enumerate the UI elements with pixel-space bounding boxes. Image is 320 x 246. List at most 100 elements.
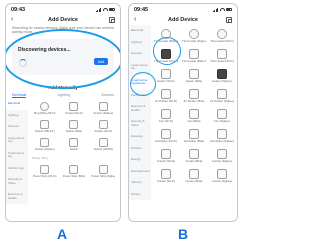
sidebar-item-small-home[interactable]: Small Home Appliances (129, 74, 151, 90)
category-sidebar: Electrical Lighting Sensors Large Home A… (6, 98, 28, 204)
sidebar-item-entertainment[interactable]: Entertainment (129, 166, 151, 178)
socket-icon (98, 120, 108, 129)
curtain-icon (189, 169, 199, 179)
device-item[interactable]: Power Strip (Zigbee) (90, 165, 117, 178)
device-item[interactable]: Socket (Zigbee) (90, 102, 117, 115)
device-item[interactable]: Curtain (Zigbee) (209, 169, 235, 183)
device-item[interactable]: Thermostat (Wi-Fi) (209, 29, 235, 43)
device-label: Socket (Wi-Fi) (65, 112, 83, 115)
device-item[interactable]: Air Purifier (Zigbee) (209, 89, 235, 103)
device-item[interactable]: Plug (BLE+Wi-Fi) (31, 102, 58, 115)
sidebar-item-sensors[interactable]: Sensors (6, 121, 28, 133)
sidebar-item-security[interactable]: Security & Video (129, 116, 151, 131)
device-item[interactable]: Air Purifier (BLE) (181, 89, 207, 103)
device-item[interactable]: Thermostat (BLE+Wi-Fi) (181, 49, 207, 63)
device-item[interactable]: Power Strip (BLE) (60, 165, 87, 178)
device-label: Humidifier (BLE) (183, 140, 205, 143)
device-label: Power Strip (BLE) (62, 175, 86, 178)
device-item[interactable]: Heater (Wi-Fi) (153, 69, 179, 83)
sidebar-item-health[interactable]: Exercise & Health (6, 189, 28, 204)
heater-icon (189, 69, 199, 79)
device-item[interactable]: Heater (Zigbee) (209, 69, 235, 83)
device-grid: Thermostat (BLE+Wi-Fi) Thermostat (Zigbe… (151, 25, 237, 200)
device-grid: Plug (BLE+Wi-Fi) Socket (Wi-Fi) Socket (… (28, 98, 120, 204)
device-item[interactable]: Fan (BLE) (181, 109, 207, 123)
humidifier-icon (161, 129, 171, 139)
device-item[interactable]: Curtain (BLE) (181, 169, 207, 183)
device-label: Thermostat (BLE+Wi-Fi) (182, 60, 206, 63)
device-item[interactable]: Socket (BLE) (60, 120, 87, 133)
sidebar-item-electrical[interactable]: Electrical (6, 98, 28, 110)
device-item[interactable]: Curtain (Wi-Fi) (153, 149, 179, 163)
device-item[interactable]: Heater (BLE) (181, 69, 207, 83)
device-item[interactable]: Humidifier (Zigbee) (209, 129, 235, 143)
device-item[interactable]: Humidifier (BLE) (181, 129, 207, 143)
curtain-icon (189, 149, 199, 159)
device-label: Air Purifier (BLE) (183, 100, 205, 103)
sidebar-item-energy[interactable]: Energy (129, 154, 151, 166)
sidebar-item-large-home[interactable]: Large Home Ap. (6, 133, 28, 148)
sidebar-item-security[interactable]: Security & Video (6, 174, 28, 189)
sidebar-item-industry[interactable]: Industry (129, 177, 151, 189)
device-label: Humidifier (Zigbee) (210, 140, 234, 143)
humidifier-icon (217, 129, 227, 139)
sidebar-item-large-home[interactable]: Large Home Ap. (129, 60, 151, 75)
fan-icon (161, 109, 171, 119)
device-item[interactable]: Curtain (BLE) (181, 149, 207, 163)
sidebar-item-lighting[interactable]: Lighting (129, 37, 151, 49)
fan-icon (189, 109, 199, 119)
device-item[interactable]: Thermostat (Wi-Fi) (209, 49, 235, 63)
discovering-text: Discovering devices... (18, 47, 71, 53)
thermostat-icon (217, 49, 227, 59)
scan-icon[interactable] (226, 17, 232, 23)
sidebar-item-kitchen[interactable]: Kitchen App. (6, 163, 28, 175)
device-item[interactable]: Socket (Zigbee) (31, 138, 58, 151)
loading-spinner-icon (19, 59, 27, 67)
device-item[interactable]: Socket (NB-IoT) (31, 120, 58, 133)
wifi-icon (102, 8, 108, 11)
device-label: Socket (Wi-Fi) (94, 130, 113, 133)
device-item[interactable]: Socket (Wi-Fi) (90, 120, 117, 133)
device-item[interactable]: Socket (Wi-Fi) (60, 102, 87, 115)
status-icons (212, 7, 232, 12)
device-label: Curtain (Wi-Fi) (156, 180, 176, 183)
curtain-icon (161, 169, 171, 179)
device-item[interactable]: Curtain (Wi-Fi) (153, 169, 179, 183)
thermostat-icon (189, 49, 199, 59)
sidebar-item-small-home[interactable]: Small Home Ap. (6, 148, 28, 163)
air-purifier-icon (161, 89, 171, 99)
sidebar-item-gateway[interactable]: Gateway (129, 131, 151, 143)
back-icon[interactable]: ‹ (134, 16, 136, 24)
sidebar-item-kitchen[interactable]: Kitchen App. (129, 90, 151, 102)
thermostat-icon (161, 29, 171, 39)
sidebar-item-health[interactable]: Exercise & Health (129, 101, 151, 116)
signal-icon (95, 7, 101, 12)
device-item[interactable]: Switch (60, 138, 87, 151)
battery-icon (109, 8, 115, 11)
device-item[interactable]: Power Strip (Wi-Fi) (31, 165, 58, 178)
header: ‹ Add Device (6, 15, 120, 25)
heater-icon (161, 69, 171, 79)
device-item[interactable]: Thermostat (Zigbee) (153, 49, 179, 63)
sidebar-item-outdoor[interactable]: Outdoor (129, 143, 151, 155)
sidebar-item-lighting[interactable]: Lighting (6, 110, 28, 122)
sidebar-item-electrical[interactable]: Electrical (129, 25, 151, 37)
device-item[interactable]: Thermostat (BLE+Wi-Fi) (153, 29, 179, 43)
phone-screen-b: 09:45 ‹ Add Device Electrical Lighting S… (128, 3, 238, 222)
device-item[interactable]: Air Purifier (Wi-Fi) (153, 89, 179, 103)
scan-icon[interactable] (109, 17, 115, 23)
battery-icon (226, 8, 232, 11)
add-button[interactable]: Add (94, 58, 108, 65)
device-item[interactable]: Fan (Zigbee) (209, 109, 235, 123)
device-label: Curtain (Zigbee) (211, 160, 233, 163)
device-item[interactable]: Thermostat (Zigbee) (181, 29, 207, 43)
back-icon[interactable]: ‹ (11, 16, 13, 24)
device-item[interactable]: Humidifier (Wi-Fi) (153, 129, 179, 143)
sidebar-item-sensors[interactable]: Sensors (129, 48, 151, 60)
curtain-icon (161, 149, 171, 159)
device-item[interactable]: Fan (Wi-Fi) (153, 109, 179, 123)
socket-icon (69, 120, 79, 129)
device-item[interactable]: Curtain (Zigbee) (209, 149, 235, 163)
device-item[interactable]: Socket (GPRS) (90, 138, 117, 151)
sidebar-item-others[interactable]: Others (129, 189, 151, 201)
